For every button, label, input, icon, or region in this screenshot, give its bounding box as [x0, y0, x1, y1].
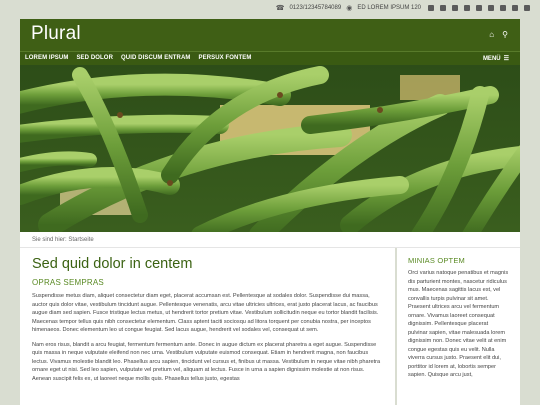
pinterest-icon[interactable] — [524, 5, 530, 11]
menu-label: MENÜ — [482, 55, 501, 62]
google-plus-icon[interactable] — [464, 5, 470, 11]
search-icon[interactable]: ⚲ — [502, 30, 508, 39]
main-content: Sed quid dolor in centem OPRAS SEMPRAS S… — [20, 248, 395, 405]
sidebar-text: Orci varius natoque penatibus et magnis … — [408, 270, 509, 378]
nav-item-lorem-ipsum[interactable]: LOREM IPSUM — [25, 55, 68, 61]
section-subtitle: OPRAS SEMPRAS — [32, 278, 104, 287]
main-navigation: LOREM IPSUM SED DOLOR QUID DISCUM ENTRAM… — [20, 51, 520, 65]
youtube-icon[interactable] — [512, 5, 518, 11]
page-title: Sed quid dolor in centem — [32, 256, 193, 272]
sidebar-title: MINIAS OPTEM — [408, 256, 465, 265]
twitter-icon[interactable] — [452, 5, 458, 11]
hero-image — [20, 65, 520, 232]
hamburger-icon: ☰ — [503, 56, 509, 62]
green-beans-photo — [20, 65, 520, 232]
nav-item-quid-discum-entram[interactable]: QUID DISCUM ENTRAM — [121, 55, 190, 61]
phone-icon: ☎ — [275, 5, 285, 12]
body-paragraph-1: Suspendisse metus diam, aliquet consecte… — [32, 293, 379, 333]
instagram-icon[interactable] — [500, 5, 506, 11]
nav-item-sed-dolor[interactable]: SED DOLOR — [76, 55, 113, 61]
site-header: Plural ⌂ ⚲ — [20, 19, 520, 51]
breadcrumb: Sie sind hier: Startseite — [20, 232, 520, 248]
header-icons: ⌂ ⚲ — [489, 30, 508, 39]
contact-info: ☎ 0123/12345784089 ◉ ED LOREM IPSUM 120 — [276, 4, 530, 12]
sidebar: MINIAS OPTEM Orci varius natoque penatib… — [397, 248, 520, 405]
location-pin-icon: ◉ — [346, 5, 353, 12]
linkedin-icon[interactable] — [476, 5, 482, 11]
top-bar: ☎ 0123/12345784089 ◉ ED LOREM IPSUM 120 — [0, 0, 540, 19]
body-paragraph-2: Nam eros risus, blandit a arcu feugiat, … — [32, 341, 381, 382]
address: ED LOREM IPSUM 120 — [357, 5, 421, 11]
phone-number[interactable]: 0123/12345784089 — [289, 5, 341, 11]
nav-item-persux-fontem[interactable]: PERSUX FONTEM — [198, 55, 251, 61]
menu-toggle[interactable]: MENÜ ☰ — [482, 55, 509, 63]
xing-icon[interactable] — [488, 5, 494, 11]
mail-icon[interactable] — [428, 5, 434, 11]
site-logo[interactable]: Plural — [31, 23, 81, 45]
facebook-icon[interactable] — [440, 5, 446, 11]
social-links — [428, 5, 530, 11]
home-icon[interactable]: ⌂ — [489, 30, 494, 39]
